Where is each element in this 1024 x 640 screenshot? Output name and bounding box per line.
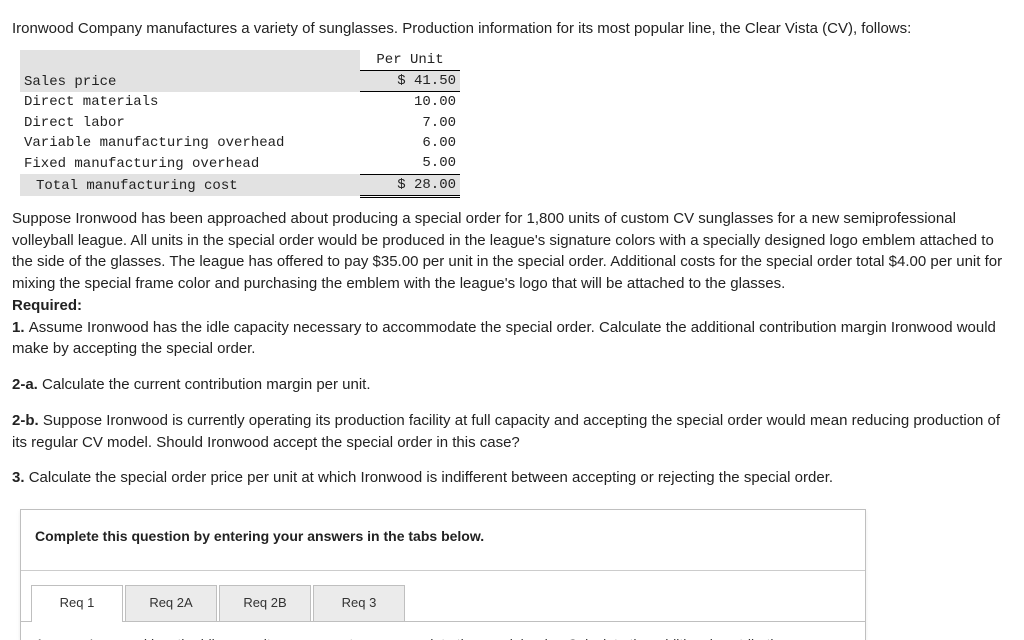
row-label: Variable manufacturing overhead xyxy=(20,133,360,153)
tab-req-2b[interactable]: Req 2B xyxy=(219,585,311,621)
tab-req-3[interactable]: Req 3 xyxy=(313,585,405,621)
row-label: Direct materials xyxy=(20,92,360,113)
row-value: 7.00 xyxy=(360,113,460,133)
question-body: Suppose Ironwood has been approached abo… xyxy=(12,208,1012,489)
q2a-prefix: 2-a. xyxy=(12,376,42,393)
intro-text: Ironwood Company manufactures a variety … xyxy=(12,18,1012,40)
question-1: 1. Assume Ironwood has the idle capacity… xyxy=(12,317,1012,361)
q3-prefix: 3. xyxy=(12,469,29,486)
tab-req-1[interactable]: Req 1 xyxy=(31,585,123,621)
q1-prefix: 1. xyxy=(12,319,29,336)
question-3: 3. Calculate the special order price per… xyxy=(12,467,1012,489)
row-value: 10.00 xyxy=(360,92,460,113)
answer-panel: Complete this question by entering your … xyxy=(20,509,866,640)
row-value: 5.00 xyxy=(360,153,460,174)
q2b-text: Suppose Ironwood is currently operating … xyxy=(12,412,1000,451)
q1-text: Assume Ironwood has the idle capacity ne… xyxy=(12,319,996,358)
row-value-total: $ 28.00 xyxy=(360,174,460,196)
row-value: 6.00 xyxy=(360,133,460,153)
scenario-text: Suppose Ironwood has been approached abo… xyxy=(12,208,1012,295)
q2a-text: Calculate the current contribution margi… xyxy=(42,376,371,393)
q2b-prefix: 2-b. xyxy=(12,412,43,429)
tab-row: Req 1 Req 2A Req 2B Req 3 xyxy=(21,571,865,622)
table-header-per-unit: Per Unit xyxy=(360,50,460,71)
row-label-total: Total manufacturing cost xyxy=(20,174,360,196)
tab-req-2a[interactable]: Req 2A xyxy=(125,585,217,621)
question-2b: 2-b. Suppose Ironwood is currently opera… xyxy=(12,410,1012,454)
row-label: Sales price xyxy=(20,71,360,92)
table-header-spacer xyxy=(20,50,360,71)
panel-body-preview: Assume Ironwood has the idle capacity ne… xyxy=(21,622,865,640)
question-2a: 2-a. Calculate the current contribution … xyxy=(12,374,1012,396)
required-label: Required: xyxy=(12,295,1012,317)
q3-text: Calculate the special order price per un… xyxy=(29,469,833,486)
panel-instruction: Complete this question by entering your … xyxy=(21,510,865,571)
row-label: Fixed manufacturing overhead xyxy=(20,153,360,174)
cost-table: Per Unit Sales price $ 41.50 Direct mate… xyxy=(20,50,460,198)
row-label: Direct labor xyxy=(20,113,360,133)
row-value: $ 41.50 xyxy=(360,71,460,92)
